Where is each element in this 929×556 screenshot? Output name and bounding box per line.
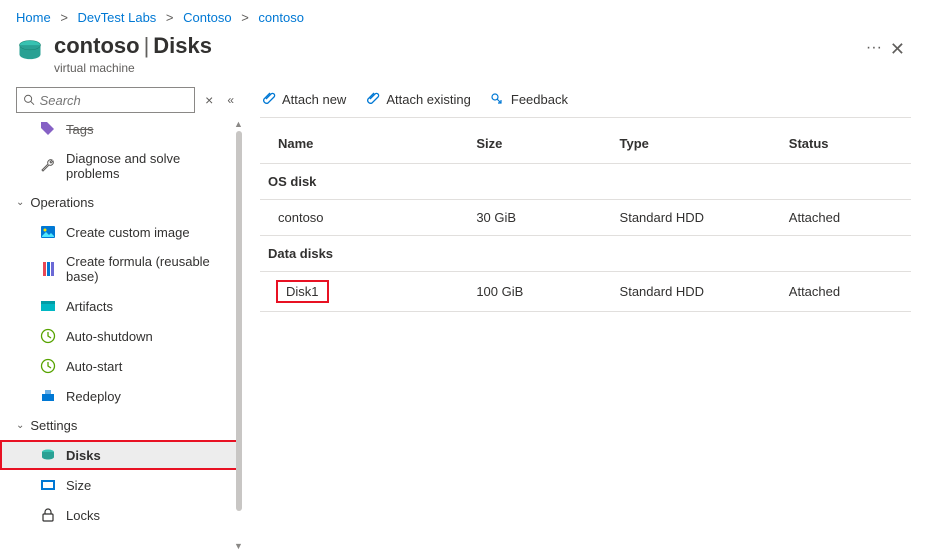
attach-new-button[interactable]: Attach new — [260, 91, 346, 107]
image-icon — [40, 224, 56, 240]
sidebar-item-locks[interactable]: Locks — [0, 500, 238, 530]
size-icon — [40, 477, 56, 493]
chevron-right-icon: > — [60, 10, 68, 25]
sidebar-item-label: Tags — [66, 122, 93, 137]
search-input-wrap[interactable] — [16, 87, 195, 113]
breadcrumb-contoso-vm[interactable]: contoso — [258, 10, 304, 25]
attach-icon — [364, 91, 380, 107]
sidebar-item-create-formula[interactable]: Create formula (reusable base) — [0, 247, 238, 291]
disks-table: Name Size Type Status OS disk contoso 30… — [260, 124, 911, 312]
sidebar-item-auto-start[interactable]: Auto-start — [0, 351, 238, 381]
main-layout: × « Tags Diagnose and solve problems ⌄ O… — [0, 85, 929, 551]
disk-type-cell: Standard HDD — [612, 200, 781, 236]
redeploy-icon — [40, 388, 56, 404]
toolbar: Attach new Attach existing Feedback — [260, 87, 911, 118]
title-bar: contoso|Disks virtual machine ··· ✕ — [0, 33, 929, 85]
disk-status-cell: Attached — [781, 272, 911, 312]
collapse-sidebar-button[interactable]: « — [223, 93, 238, 107]
sidebar-item-size[interactable]: Size — [0, 470, 238, 500]
sidebar-item-create-custom-image[interactable]: Create custom image — [0, 217, 238, 247]
sidebar-item-label: Artifacts — [66, 299, 113, 314]
sidebar-item-label: Auto-start — [66, 359, 122, 374]
disk-size-cell: 100 GiB — [468, 272, 611, 312]
col-header-status[interactable]: Status — [781, 124, 911, 164]
disk-icon — [40, 447, 56, 463]
toolbar-btn-label: Feedback — [511, 92, 568, 107]
tag-icon — [40, 121, 56, 137]
disk-name-cell[interactable]: Disk1 — [260, 272, 468, 312]
search-input[interactable] — [40, 93, 189, 108]
sidebar-scrollbar[interactable]: ▲ ▼ — [234, 119, 242, 551]
toolbar-btn-label: Attach new — [282, 92, 346, 107]
section-data-disks: Data disks — [260, 236, 911, 272]
resource-type-label: virtual machine — [54, 61, 854, 75]
sidebar-item-label: Size — [66, 478, 91, 493]
sidebar: × « Tags Diagnose and solve problems ⌄ O… — [0, 85, 242, 551]
disk-type-cell: Standard HDD — [612, 272, 781, 312]
sidebar-item-redeploy[interactable]: Redeploy — [0, 381, 238, 411]
close-button[interactable]: ✕ — [882, 35, 913, 64]
resource-name: contoso — [54, 33, 140, 58]
wrench-icon — [40, 158, 56, 174]
col-header-type[interactable]: Type — [612, 124, 781, 164]
page-title: contoso|Disks — [54, 33, 854, 59]
section-label: OS disk — [260, 164, 911, 200]
search-icon — [23, 93, 36, 107]
sidebar-item-diagnose[interactable]: Diagnose and solve problems — [0, 144, 238, 188]
breadcrumb-devtest-labs[interactable]: DevTest Labs — [78, 10, 157, 25]
sidebar-group-label: Operations — [30, 195, 94, 210]
col-header-size[interactable]: Size — [468, 124, 611, 164]
sidebar-group-operations[interactable]: ⌄ Operations — [0, 188, 238, 217]
formula-icon — [40, 261, 56, 277]
sidebar-item-label: Auto-shutdown — [66, 329, 153, 344]
artifacts-icon — [40, 298, 56, 314]
disk-resource-icon — [16, 37, 44, 65]
col-header-name[interactable]: Name — [260, 124, 468, 164]
attach-existing-button[interactable]: Attach existing — [364, 91, 471, 107]
clear-search-button[interactable]: × — [201, 92, 217, 108]
chevron-right-icon: > — [166, 10, 174, 25]
chevron-down-icon: ⌄ — [16, 420, 24, 431]
scrollbar-thumb[interactable] — [236, 131, 242, 511]
section-name: Disks — [153, 33, 212, 58]
disk-size-cell: 30 GiB — [468, 200, 611, 236]
sidebar-group-settings[interactable]: ⌄ Settings — [0, 411, 238, 440]
disk-status-cell: Attached — [781, 200, 911, 236]
sidebar-item-label: Locks — [66, 508, 100, 523]
content-pane: Attach new Attach existing Feedback Name… — [242, 85, 929, 551]
disk-name-link[interactable]: Disk1 — [278, 282, 327, 301]
clock-icon — [40, 328, 56, 344]
table-row[interactable]: Disk1 100 GiB Standard HDD Attached — [260, 272, 911, 312]
breadcrumb: Home > DevTest Labs > Contoso > contoso — [0, 0, 929, 33]
table-row[interactable]: contoso 30 GiB Standard HDD Attached — [260, 200, 911, 236]
breadcrumb-home[interactable]: Home — [16, 10, 51, 25]
chevron-down-icon: ⌄ — [16, 197, 24, 208]
breadcrumb-contoso-lab[interactable]: Contoso — [183, 10, 231, 25]
sidebar-item-auto-shutdown[interactable]: Auto-shutdown — [0, 321, 238, 351]
sidebar-item-tags[interactable]: Tags — [0, 119, 238, 144]
section-os-disk: OS disk — [260, 164, 911, 200]
sidebar-item-label: Create custom image — [66, 225, 190, 240]
toolbar-btn-label: Attach existing — [386, 92, 471, 107]
chevron-right-icon: > — [241, 10, 249, 25]
disk-name-cell: contoso — [260, 200, 468, 236]
scroll-up-icon[interactable]: ▲ — [234, 119, 242, 129]
sidebar-group-label: Settings — [30, 418, 77, 433]
lock-icon — [40, 507, 56, 523]
sidebar-item-disks[interactable]: Disks — [0, 440, 238, 470]
sidebar-item-label: Disks — [66, 448, 101, 463]
nav-scroll: Tags Diagnose and solve problems ⌄ Opera… — [0, 119, 242, 551]
attach-icon — [260, 91, 276, 107]
feedback-icon — [489, 91, 505, 107]
sidebar-item-label: Diagnose and solve problems — [66, 151, 230, 181]
clock-icon — [40, 358, 56, 374]
section-label: Data disks — [260, 236, 911, 272]
more-actions-button[interactable]: ··· — [866, 39, 882, 57]
feedback-button[interactable]: Feedback — [489, 91, 568, 107]
sidebar-item-artifacts[interactable]: Artifacts — [0, 291, 238, 321]
sidebar-item-label: Redeploy — [66, 389, 121, 404]
scroll-down-icon[interactable]: ▼ — [234, 541, 242, 551]
sidebar-item-label: Create formula (reusable base) — [66, 254, 230, 284]
